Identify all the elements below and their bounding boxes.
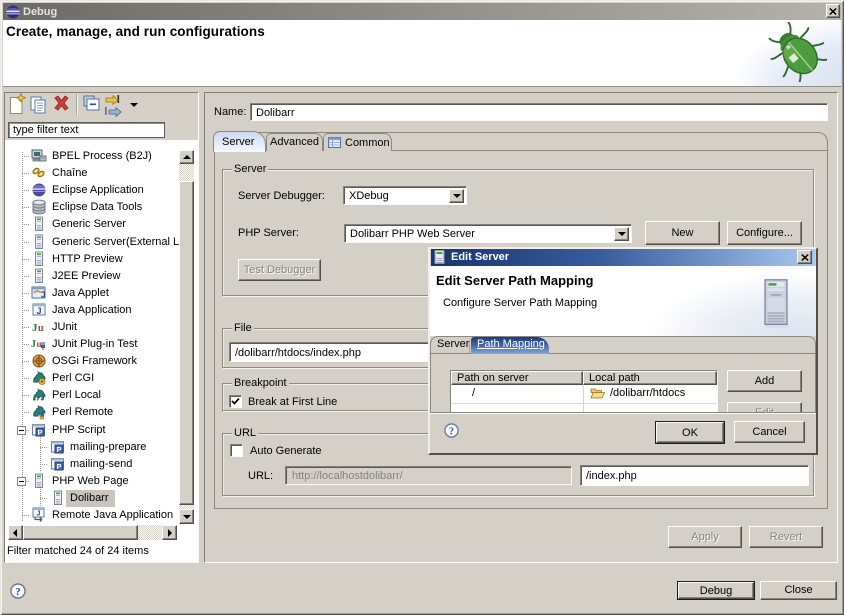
svg-text:J: J (31, 339, 36, 350)
svg-text:u: u (37, 339, 42, 349)
svg-text:P: P (56, 462, 61, 471)
svg-text:?: ? (15, 586, 21, 598)
svg-text:P: P (37, 428, 42, 437)
svg-text:P: P (56, 445, 61, 454)
svg-text:J: J (37, 511, 41, 518)
svg-text:u: u (38, 323, 44, 334)
svg-text:?: ? (449, 426, 454, 437)
svg-text:J: J (41, 291, 45, 300)
svg-text:J: J (36, 306, 41, 316)
